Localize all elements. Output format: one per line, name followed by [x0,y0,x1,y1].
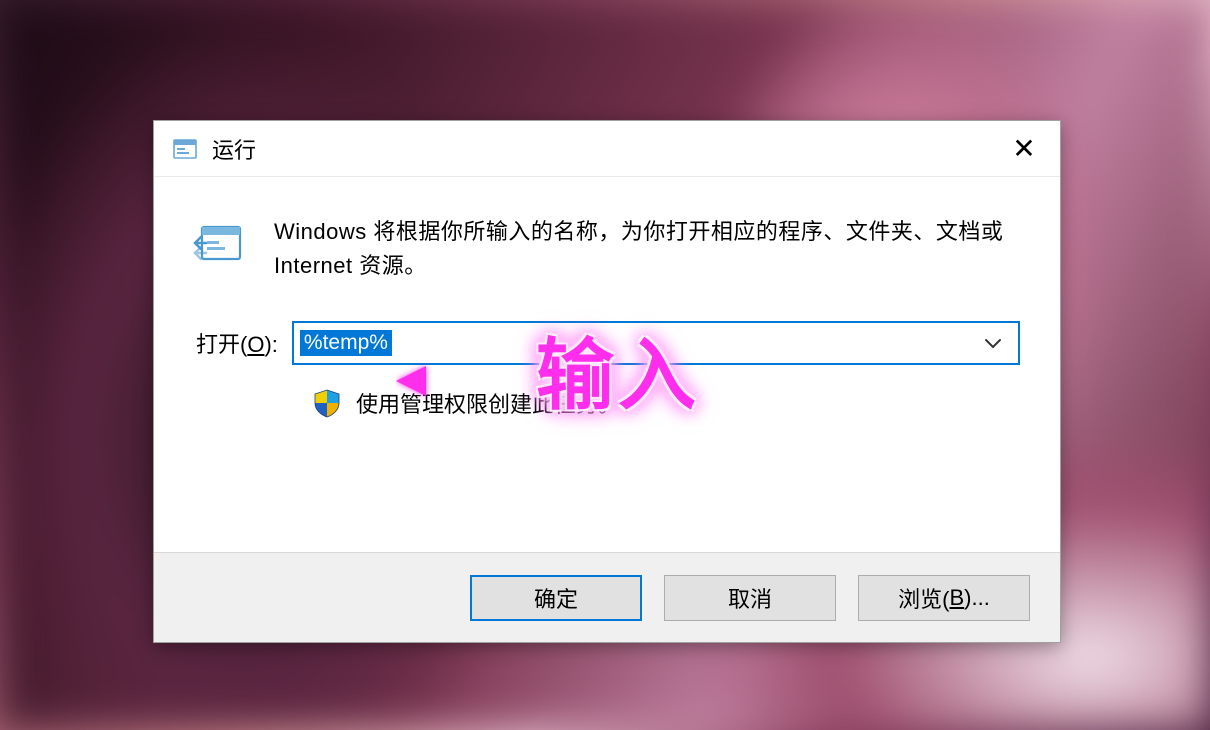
chevron-down-icon[interactable] [984,330,1002,356]
admin-note-text: 使用管理权限创建此任务。 [356,387,620,419]
uac-shield-icon [312,388,342,418]
button-bar: 确定 取消 浏览(B)... [154,552,1060,642]
close-button[interactable]: ✕ [1002,129,1046,169]
open-label: 打开(O): [196,327,278,359]
description-row: Windows 将根据你所输入的名称，为你打开相应的程序、文件夹、文档或 Int… [192,215,1020,283]
run-title-icon [172,136,198,162]
run-dialog: 运行 ✕ Windows 将根据你所输入的名称，为你打开相应的程序、文件夹、文档… [153,120,1061,643]
open-combobox[interactable]: %temp% [292,321,1020,365]
input-row: 打开(O): %temp% [196,321,1020,365]
run-program-icon [192,219,246,273]
dialog-description: Windows 将根据你所输入的名称，为你打开相应的程序、文件夹、文档或 Int… [274,215,1020,283]
titlebar[interactable]: 运行 ✕ [154,121,1060,177]
dialog-content: Windows 将根据你所输入的名称，为你打开相应的程序、文件夹、文档或 Int… [154,177,1060,419]
dialog-title: 运行 [212,133,1002,165]
open-input-value[interactable]: %temp% [300,330,392,356]
browse-button[interactable]: 浏览(B)... [858,575,1030,621]
admin-note-row: 使用管理权限创建此任务。 [312,387,1020,419]
cancel-button[interactable]: 取消 [664,575,836,621]
ok-button[interactable]: 确定 [470,575,642,621]
